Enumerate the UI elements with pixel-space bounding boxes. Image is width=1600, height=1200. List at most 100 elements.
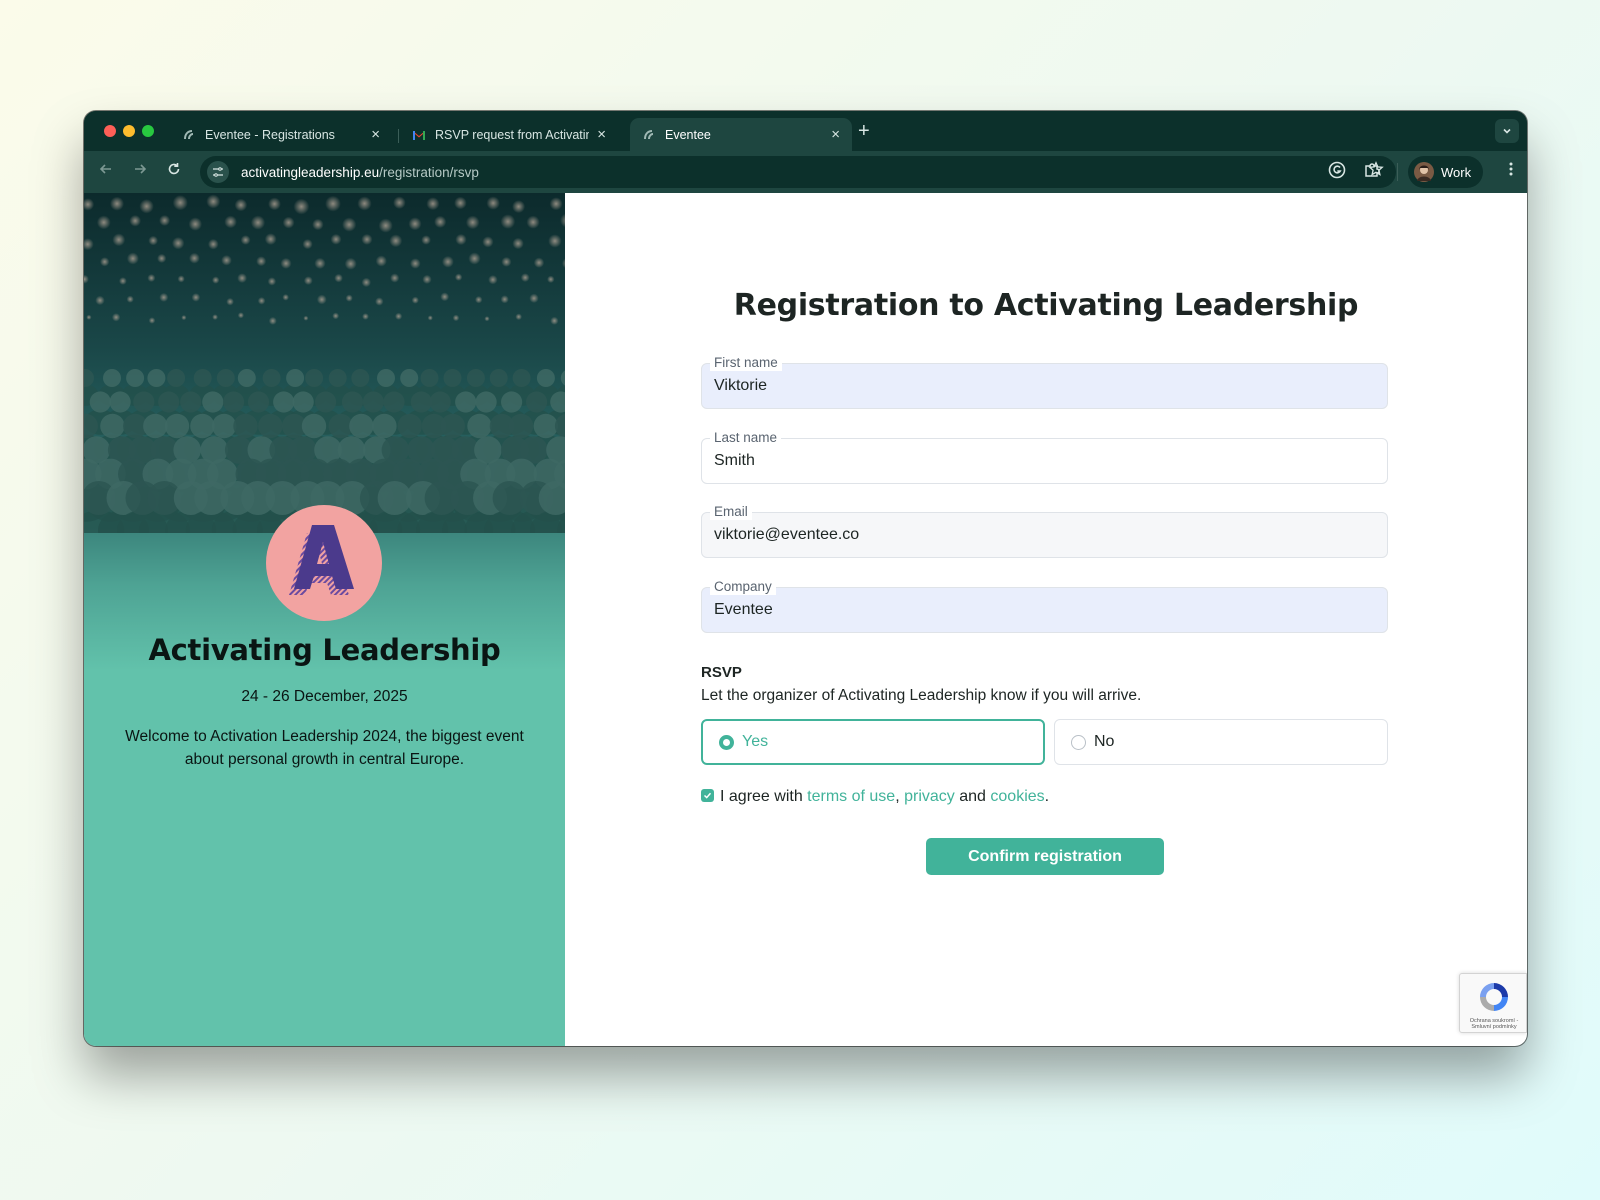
bokeh-light [212,276,220,284]
bokeh-light [512,237,524,250]
bokeh-light [434,215,447,228]
confirm-registration-button[interactable]: Confirm registration [926,838,1164,875]
bokeh-light [393,196,406,209]
terms-link[interactable]: terms of use [807,788,895,806]
window-controls [104,125,154,137]
page-content: Activating Leadership 24 - 26 December, … [84,193,1527,1046]
recaptcha-text: Ochrana soukromí - Smluvní podmínky [1469,1018,1519,1030]
bokeh-light [314,257,326,269]
rsvp-no-option[interactable]: No [1054,719,1388,765]
field-label: Email [710,504,752,520]
bokeh-light [488,275,498,285]
bokeh-light [139,199,154,214]
company-input[interactable] [714,601,1374,619]
rsvp-subtitle: Let the organizer of Activating Leadersh… [701,687,1142,704]
bokeh-light [159,215,171,226]
cookies-link[interactable]: cookies [990,788,1044,806]
bokeh-light [84,198,95,211]
bokeh-light [500,214,516,229]
maximize-window-button[interactable] [142,125,154,137]
bokeh-light [148,235,158,246]
privacy-link[interactable]: privacy [904,788,955,806]
browser-window: Eventee - Registrations × RSVP request f… [84,111,1527,1046]
bokeh-light [454,273,463,281]
last-name-field[interactable]: Last name [701,430,1388,484]
bokeh-light [110,196,124,211]
browser-menu-button[interactable] [1509,161,1513,182]
profile-button[interactable]: Work [1408,156,1484,188]
reload-icon [168,163,180,175]
bokeh-light [375,255,387,267]
grammarly-icon[interactable] [1328,161,1346,184]
bokeh-light [422,274,432,284]
agree-checkbox[interactable] [701,788,714,802]
tab-search-button[interactable] [1495,119,1519,143]
reload-button[interactable] [166,161,182,182]
bokeh-light [529,293,539,303]
company-field[interactable]: Company [701,579,1388,633]
bokeh-light [119,277,127,285]
site-info-icon[interactable] [207,161,229,183]
bokeh-light [268,197,281,211]
first-name-input[interactable] [714,377,1374,395]
address-bar[interactable]: activatingleadership.eu/registration/rsv… [200,156,1396,188]
radio-selected[interactable] [719,734,734,750]
tab-close-button[interactable]: × [371,126,380,143]
bokeh-light [267,277,277,286]
last-name-input[interactable] [714,452,1374,470]
tab-close-button[interactable]: × [597,126,606,143]
bokeh-light [147,274,156,282]
bokeh-light [206,194,221,209]
bokeh-light [475,296,483,304]
field-label: Company [710,579,776,595]
forward-button[interactable] [132,161,148,182]
bokeh-light [96,215,111,230]
event-info-panel: Activating Leadership 24 - 26 December, … [84,193,565,1046]
registration-form: Registration to Activating Leadership Fi… [565,193,1527,1046]
close-window-button[interactable] [104,125,116,137]
bokeh-light [547,275,555,283]
minimize-window-button[interactable] [123,125,135,137]
bokeh-light [84,274,89,284]
bokeh-light [520,273,530,282]
bokeh-light [454,196,467,210]
tab-rsvp-request[interactable]: RSVP request from Activating Leadership … [400,118,618,151]
radio-unselected[interactable] [1071,734,1086,750]
extensions-puzzle-icon[interactable] [1363,161,1381,184]
email-field[interactable]: Email [701,504,1388,558]
tab-eventee-registrations[interactable]: Eventee - Registrations × [170,118,392,151]
email-input[interactable] [714,526,1374,544]
bokeh-light [342,217,357,232]
bokeh-light [226,297,234,306]
eventee-favicon-icon [184,129,194,139]
bokeh-light [303,276,313,285]
event-logo [266,505,382,621]
bokeh-light [237,312,244,319]
agree-period: . [1044,788,1050,805]
new-tab-button[interactable]: + [858,121,870,141]
recaptcha-badge[interactable]: Ochrana soukromí - Smluvní podmínky [1459,973,1527,1033]
bokeh-light [316,294,327,305]
bokeh-light [257,297,266,305]
recaptcha-icon [1480,983,1508,1011]
bokeh-light [411,296,419,304]
bokeh-light [293,198,310,215]
event-dates: 24 - 26 December, 2025 [241,688,408,705]
back-button[interactable] [98,161,114,182]
gmail-icon [413,130,425,140]
bokeh-light [159,292,169,302]
back-arrow-icon [99,164,111,174]
avatar [1414,162,1434,182]
rsvp-yes-option[interactable]: Yes [701,719,1045,765]
tab-close-button[interactable]: × [831,126,840,143]
bokeh-light [312,218,324,231]
bokeh-light [126,252,139,265]
first-name-field[interactable]: First name [701,355,1388,409]
bokeh-light [410,258,421,269]
bokeh-light [264,233,277,245]
tab-eventee-active[interactable]: Eventee × [630,118,852,151]
bokeh-light [237,273,248,283]
field-label: First name [710,355,782,371]
bokeh-light [111,313,121,322]
tab-separator [398,129,399,143]
